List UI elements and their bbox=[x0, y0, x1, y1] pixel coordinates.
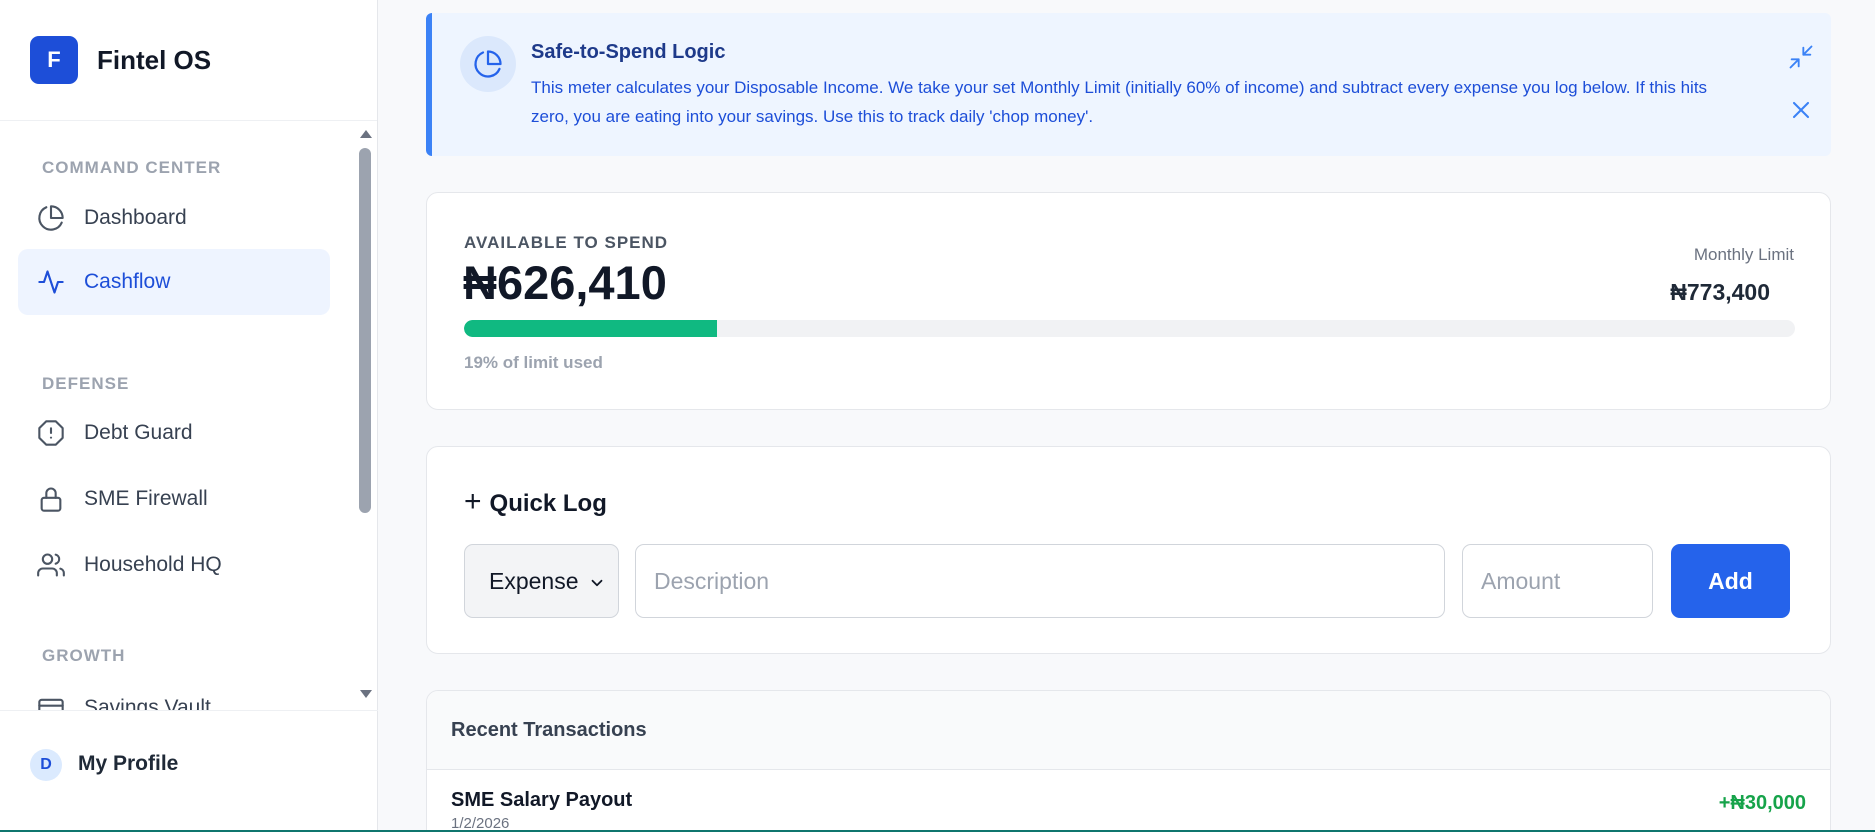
main-content: Safe-to-Spend Logic This meter calculate… bbox=[378, 0, 1875, 832]
quick-log-title: + Quick Log bbox=[464, 485, 607, 519]
sidebar-scrollbar[interactable] bbox=[356, 122, 376, 710]
sidebar-item-label: Savings Vault bbox=[84, 696, 211, 710]
users-icon bbox=[36, 550, 66, 580]
section-growth: GROWTH bbox=[42, 646, 126, 665]
transactions-title: Recent Transactions bbox=[427, 691, 1830, 770]
banner-text: This meter calculates your Disposable In… bbox=[531, 78, 1708, 126]
spend-progress-bar bbox=[464, 320, 1795, 337]
monthly-limit-label: Monthly Limit bbox=[1693, 245, 1794, 264]
brand-logo: F bbox=[30, 36, 78, 84]
entry-type-value: Expense bbox=[489, 567, 579, 594]
section-defense: DEFENSE bbox=[42, 374, 130, 393]
sidebar-item-label: Cashflow bbox=[84, 270, 171, 293]
recent-transactions-card: Recent Transactions SME Salary Payout 1/… bbox=[426, 690, 1831, 832]
entry-type-select[interactable]: Expense bbox=[464, 544, 619, 618]
monthly-limit-amount: ₦773,400 bbox=[1670, 279, 1770, 305]
limit-used-note: 19% of limit used bbox=[464, 353, 603, 372]
quick-log-card: + Quick Log Expense Add bbox=[426, 446, 1831, 654]
profile-label: My Profile bbox=[78, 752, 179, 775]
add-button[interactable]: Add bbox=[1671, 544, 1790, 618]
minimize-icon[interactable] bbox=[1787, 43, 1815, 71]
wallet-icon bbox=[36, 693, 66, 710]
profile-link[interactable]: D My Profile bbox=[0, 710, 378, 832]
alert-octagon-icon bbox=[36, 418, 66, 448]
sidebar-item-label: Household HQ bbox=[84, 553, 222, 576]
chevron-down-icon bbox=[588, 571, 606, 598]
sidebar: F Fintel OS COMMAND CENTER Dashboard Cas… bbox=[0, 0, 378, 832]
lock-icon bbox=[36, 484, 66, 514]
available-amount: ₦626,410 bbox=[463, 256, 667, 309]
scroll-up-arrow-icon[interactable] bbox=[360, 130, 372, 138]
activity-icon bbox=[36, 267, 66, 297]
transaction-amount: +₦30,000 bbox=[1718, 792, 1806, 814]
brand: F Fintel OS bbox=[0, 0, 377, 121]
brand-name: Fintel OS bbox=[97, 44, 212, 75]
description-input[interactable] bbox=[635, 544, 1445, 618]
scroll-thumb[interactable] bbox=[359, 148, 371, 513]
sidebar-item-dashboard[interactable]: Dashboard bbox=[18, 185, 330, 251]
spend-progress-fill bbox=[464, 320, 717, 337]
info-banner: Safe-to-Spend Logic This meter calculate… bbox=[426, 13, 1831, 156]
sidebar-item-debt-guard[interactable]: Debt Guard bbox=[18, 400, 330, 466]
amount-input[interactable] bbox=[1462, 544, 1653, 618]
pie-chart-icon bbox=[460, 36, 516, 92]
sidebar-item-household-hq[interactable]: Household HQ bbox=[18, 532, 330, 598]
spend-meter-card: AVAILABLE TO SPEND ₦626,410 Monthly Limi… bbox=[426, 192, 1831, 410]
sidebar-nav: COMMAND CENTER Dashboard Cashflow DEFENS… bbox=[0, 122, 356, 710]
sidebar-item-label: Debt Guard bbox=[84, 421, 193, 444]
sidebar-item-savings-vault[interactable]: Savings Vault bbox=[18, 675, 330, 710]
sidebar-item-sme-firewall[interactable]: SME Firewall bbox=[18, 466, 330, 532]
section-command-center: COMMAND CENTER bbox=[42, 158, 222, 177]
scroll-down-arrow-icon[interactable] bbox=[360, 690, 372, 698]
sidebar-item-label: Dashboard bbox=[84, 206, 187, 229]
pie-chart-icon bbox=[36, 203, 66, 233]
sidebar-item-label: SME Firewall bbox=[84, 487, 208, 510]
avatar: D bbox=[30, 749, 62, 781]
quick-log-title-text: Quick Log bbox=[489, 490, 607, 517]
transaction-row[interactable]: SME Salary Payout 1/2/2026 +₦30,000 bbox=[427, 770, 1830, 832]
banner-title: Safe-to-Spend Logic bbox=[531, 41, 726, 63]
close-icon[interactable] bbox=[1787, 96, 1815, 124]
transaction-name: SME Salary Payout bbox=[451, 789, 633, 811]
available-label: AVAILABLE TO SPEND bbox=[464, 233, 669, 252]
sidebar-item-cashflow[interactable]: Cashflow bbox=[18, 249, 330, 315]
plus-icon: + bbox=[464, 485, 482, 518]
